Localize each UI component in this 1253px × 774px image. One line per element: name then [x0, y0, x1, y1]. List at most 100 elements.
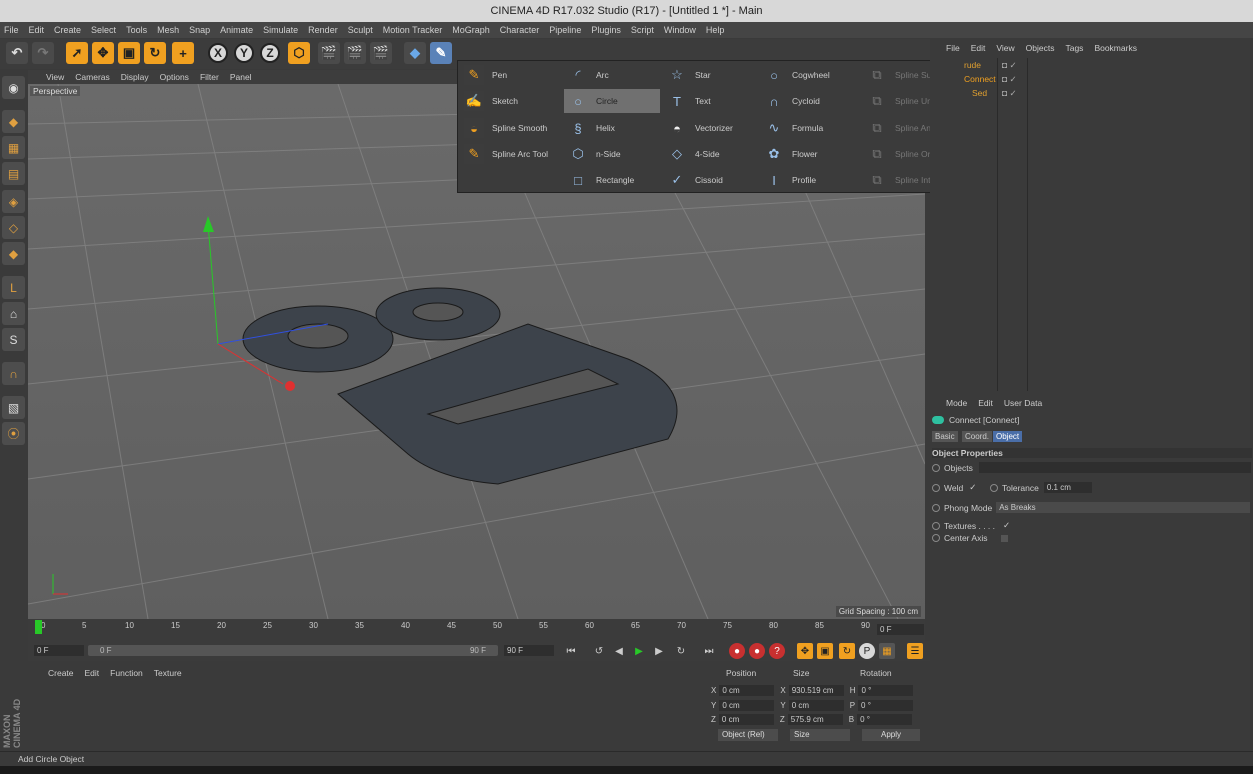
menu-snap[interactable]: Snap: [189, 25, 210, 35]
viewport-menu-display[interactable]: Display: [121, 72, 149, 82]
scale-tool-icon[interactable]: ▣: [118, 42, 140, 64]
end-frame-field[interactable]: 90 F: [504, 645, 554, 656]
matmgr-menu-texture[interactable]: Texture: [154, 668, 182, 678]
autokey-icon[interactable]: ●: [749, 643, 765, 659]
start-frame-field[interactable]: 0 F: [34, 645, 84, 656]
object-visibility-icon[interactable]: ◘ ✓: [1002, 60, 1017, 71]
key-parameter-icon[interactable]: P: [859, 643, 875, 659]
axis-x-lock-button[interactable]: X: [208, 43, 228, 63]
key-scale-icon[interactable]: ▣: [817, 643, 833, 659]
timeline-playhead[interactable]: [35, 620, 42, 634]
planar-workplane-icon[interactable]: ⦿: [2, 422, 25, 445]
render-view-icon[interactable]: 🎬: [318, 42, 340, 64]
popup-item-cogwheel[interactable]: ○ Cogwheel: [760, 63, 856, 87]
objmgr-menu-view[interactable]: View: [996, 43, 1014, 53]
popup-item-rectangle[interactable]: □ Rectangle: [564, 168, 660, 192]
textures-anim-radio[interactable]: [932, 521, 940, 530]
object-row[interactable]: Connect ◘ ✓: [930, 74, 1253, 87]
key-rotation-icon[interactable]: ↻: [839, 643, 855, 659]
menu-file[interactable]: File: [4, 25, 19, 35]
tab-basic[interactable]: Basic: [932, 431, 958, 442]
render-settings-icon[interactable]: 🎬: [370, 42, 392, 64]
step-forward-icon[interactable]: ▶: [651, 643, 667, 659]
objmgr-menu-bookmarks[interactable]: Bookmarks: [1094, 43, 1137, 53]
cube-object-icon[interactable]: ◆: [404, 42, 426, 64]
viewport-menu-view[interactable]: View: [46, 72, 64, 82]
play-icon[interactable]: ▶: [631, 643, 647, 659]
loop-end-icon[interactable]: ↻: [673, 643, 689, 659]
matmgr-menu-function[interactable]: Function: [110, 668, 143, 678]
preview-range-slider[interactable]: 0 F 90 F: [88, 645, 498, 656]
attrmgr-menu-user-data[interactable]: User Data: [1004, 398, 1042, 408]
weld-anim-radio[interactable]: [932, 483, 940, 492]
popup-item-vectorizer[interactable]: ◓ Vectorizer: [663, 116, 759, 140]
timeline-ruler[interactable]: 0 5 10 15 20 25 30 35 40 45 50 55 60 65 …: [35, 620, 875, 636]
solo-mode-icon[interactable]: S: [2, 328, 25, 351]
menu-character[interactable]: Character: [500, 25, 540, 35]
position-x-input[interactable]: 0 cm: [719, 685, 775, 696]
objects-link-field[interactable]: [978, 462, 1251, 473]
menu-window[interactable]: Window: [664, 25, 696, 35]
workplane-mode-icon[interactable]: ▤: [2, 162, 25, 185]
popup-item-n-side[interactable]: ⬡ n-Side: [564, 142, 660, 166]
size-y-input[interactable]: 0 cm: [788, 700, 844, 711]
viewport-menu-panel[interactable]: Panel: [230, 72, 252, 82]
tab-object[interactable]: Object: [993, 431, 1023, 442]
object-row[interactable]: rude ◘ ✓: [930, 60, 1253, 73]
matmgr-menu-create[interactable]: Create: [48, 668, 74, 678]
snap-icon[interactable]: ∩: [2, 362, 25, 385]
viewport-menu-cameras[interactable]: Cameras: [75, 72, 109, 82]
matmgr-menu-edit[interactable]: Edit: [85, 668, 100, 678]
recent-tool-icon[interactable]: +: [172, 42, 194, 64]
coords-size-dropdown[interactable]: Size: [790, 729, 850, 741]
popup-item-formula[interactable]: ∿ Formula: [760, 116, 856, 140]
redo-icon[interactable]: ↷: [32, 42, 54, 64]
menu-render[interactable]: Render: [308, 25, 338, 35]
popup-item-helix[interactable]: § Helix: [564, 116, 660, 140]
popup-item-spline-smooth[interactable]: ◒ Spline Smooth: [460, 116, 556, 140]
undo-icon[interactable]: ↶: [6, 42, 28, 64]
menu-mesh[interactable]: Mesh: [157, 25, 179, 35]
keyframe-selection-icon[interactable]: ?: [769, 643, 785, 659]
center-axis-checkbox[interactable]: [1001, 534, 1009, 542]
tweak-mode-icon[interactable]: ⌂: [2, 302, 25, 325]
popup-item-profile[interactable]: I Profile: [760, 168, 856, 192]
popup-item-spline-arc-tool[interactable]: ✎ Spline Arc Tool: [460, 142, 556, 166]
popup-item-pen[interactable]: ✎ Pen: [460, 63, 556, 87]
viewport-menu-filter[interactable]: Filter: [200, 72, 219, 82]
popup-item-sketch[interactable]: ✍ Sketch: [460, 89, 556, 113]
size-z-input[interactable]: 575.9 cm: [787, 714, 843, 725]
go-to-start-icon[interactable]: ⏮: [563, 643, 579, 659]
model-mode-icon[interactable]: ◆: [2, 110, 25, 133]
step-back-icon[interactable]: ◀: [611, 643, 627, 659]
go-to-end-icon[interactable]: ⏭: [701, 643, 717, 659]
object-visibility-icon[interactable]: ◘ ✓: [1002, 74, 1017, 85]
objmgr-menu-edit[interactable]: Edit: [971, 43, 986, 53]
menu-tools[interactable]: Tools: [126, 25, 147, 35]
attrmgr-menu-edit[interactable]: Edit: [978, 398, 993, 408]
popup-item-text[interactable]: T Text: [663, 89, 759, 113]
polygons-mode-icon[interactable]: ◆: [2, 242, 25, 265]
rotation-p-input[interactable]: 0 °: [858, 700, 914, 711]
objmgr-menu-objects[interactable]: Objects: [1026, 43, 1055, 53]
rotation-h-input[interactable]: 0 °: [858, 685, 914, 696]
loop-icon[interactable]: ↺: [591, 643, 607, 659]
menu-pipeline[interactable]: Pipeline: [549, 25, 581, 35]
menu-sculpt[interactable]: Sculpt: [348, 25, 373, 35]
objmgr-menu-file[interactable]: File: [946, 43, 960, 53]
menu-plugins[interactable]: Plugins: [591, 25, 621, 35]
menu-edit[interactable]: Edit: [29, 25, 45, 35]
objmgr-menu-tags[interactable]: Tags: [1065, 43, 1083, 53]
objects-anim-radio[interactable]: [932, 463, 940, 472]
position-y-input[interactable]: 0 cm: [719, 700, 775, 711]
popup-item-cycloid[interactable]: ∩ Cycloid: [760, 89, 856, 113]
spline-pen-icon[interactable]: ✎: [430, 42, 452, 64]
popup-item-star[interactable]: ☆ Star: [663, 63, 759, 87]
menu-motion-tracker[interactable]: Motion Tracker: [383, 25, 443, 35]
center-axis-anim-radio[interactable]: [932, 534, 940, 542]
coords-mode-dropdown[interactable]: Object (Rel): [718, 729, 778, 741]
textures-checkbox[interactable]: ✓: [1003, 520, 1010, 531]
phong-anim-radio[interactable]: [932, 503, 940, 512]
phong-mode-select[interactable]: As Breaks: [996, 502, 1251, 513]
tab-coord[interactable]: Coord.: [962, 431, 993, 442]
